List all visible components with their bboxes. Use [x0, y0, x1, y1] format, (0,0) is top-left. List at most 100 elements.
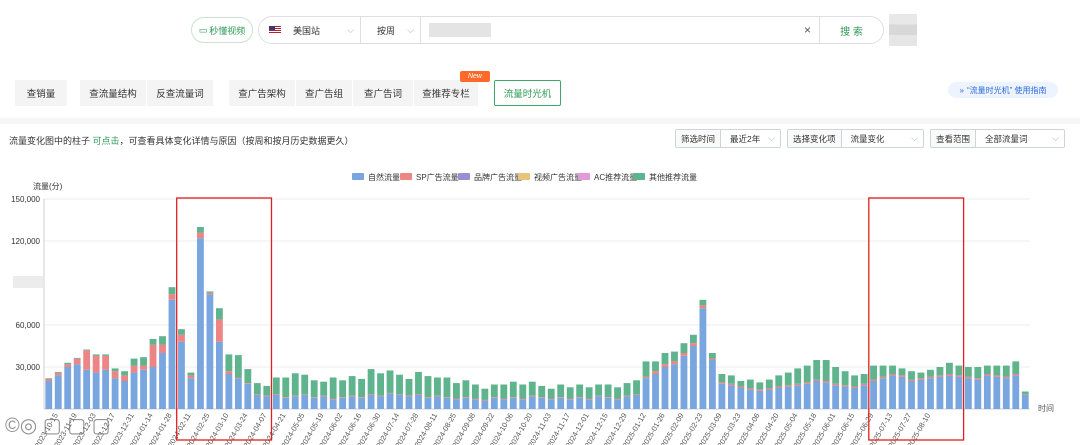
bar-segment	[528, 396, 536, 409]
bar-segment	[727, 383, 735, 386]
bar-segment	[879, 365, 887, 377]
bar-segment	[557, 384, 565, 398]
bar-segment	[386, 393, 394, 409]
avatar[interactable]	[889, 14, 917, 46]
double-chevron-down-icon: »	[959, 85, 964, 95]
bar-segment	[690, 334, 697, 344]
bar-segment	[519, 399, 527, 409]
bar-segment	[993, 375, 1001, 377]
bar-segment	[708, 360, 716, 409]
bar-segment	[538, 397, 546, 409]
us-flag-icon	[269, 26, 281, 34]
bar-segment	[386, 370, 394, 393]
bar-segment	[557, 397, 565, 398]
bar-segment	[699, 305, 707, 309]
period-select[interactable]: 按周 ⌵	[361, 17, 421, 43]
bar-segment	[680, 353, 688, 356]
bar-segment	[329, 377, 337, 399]
search-button[interactable]: 搜 索	[819, 17, 883, 43]
bar-segment	[490, 384, 498, 398]
bar-segment	[282, 397, 290, 409]
search-button-label: 搜 索	[840, 26, 863, 38]
bar-segment	[604, 397, 612, 409]
quick-video-button[interactable]: ▭ 秒懂视频	[191, 17, 253, 43]
bar-segment	[434, 396, 441, 409]
tab-ad-keywords[interactable]: 查广告词	[353, 80, 413, 106]
bar-segment	[642, 376, 650, 379]
time-filter[interactable]: 筛选时间 最近2年 ⌵	[675, 129, 781, 148]
usage-guide-link[interactable]: » “流量时光机” 使用指南	[948, 82, 1058, 98]
bar-segment	[206, 291, 214, 293]
bar-segment	[206, 294, 214, 409]
bar-segment	[339, 397, 347, 409]
bar-segment	[54, 372, 62, 376]
clear-icon[interactable]: ×	[804, 23, 811, 37]
bar-segment	[187, 375, 195, 379]
bar-segment	[415, 371, 422, 395]
legend-label: SP广告流量	[416, 172, 459, 182]
bar-segment	[775, 388, 783, 409]
bar-segment	[92, 355, 100, 373]
bar-segment	[547, 399, 555, 409]
bar-segment	[652, 374, 659, 409]
tab-recommend-column[interactable]: 查推荐专栏	[414, 80, 478, 106]
tab-traffic-time-machine[interactable]: 流量时光机	[494, 80, 561, 106]
bar-segment	[813, 379, 821, 381]
bar-segment	[851, 386, 859, 388]
bar-segment	[576, 397, 584, 398]
tab-sales[interactable]: 查销量	[15, 80, 67, 106]
bar-segment	[699, 299, 707, 306]
bar-segment	[434, 395, 441, 397]
quick-video-label: 秒懂视频	[209, 25, 246, 36]
legend-label: 自然流量	[368, 172, 400, 182]
bar-segment	[851, 388, 859, 409]
y-tick-label: 120,000	[11, 237, 40, 246]
bar-segment	[168, 294, 176, 300]
bar-segment	[879, 376, 887, 379]
bar-segment	[320, 396, 328, 409]
bar-segment	[765, 388, 773, 390]
bar-segment	[765, 379, 773, 388]
bar-segment	[310, 380, 318, 398]
bar-segment	[1012, 374, 1020, 376]
keyword-input[interactable]: ×	[421, 17, 819, 43]
legend-swatch	[578, 173, 590, 180]
bar-segment	[301, 374, 309, 395]
bar-segment	[263, 395, 271, 397]
scope-filter-select[interactable]: 全部流量词 ⌵	[976, 130, 1064, 147]
bar-segment	[964, 376, 972, 379]
bar-segment	[159, 336, 166, 345]
bar-segment	[434, 377, 441, 396]
bar-segment	[908, 381, 915, 409]
tab-reverse-keywords[interactable]: 反查流量词	[147, 80, 213, 106]
bar-segment	[443, 397, 451, 398]
bar-segment	[54, 375, 62, 409]
bar-segment	[879, 378, 887, 409]
site-select[interactable]: 美国站 ⌵	[259, 17, 361, 43]
bar-segment	[424, 397, 432, 409]
change-item-select[interactable]: 流量变化 ⌵	[842, 130, 923, 147]
bar-segment	[917, 379, 925, 409]
tab-ad-group[interactable]: 查广告组	[296, 80, 352, 106]
tab-label: 流量时光机	[503, 89, 552, 100]
bar-segment	[509, 381, 517, 398]
bar-segment	[111, 378, 119, 409]
bar-segment	[652, 371, 659, 374]
time-filter-select[interactable]: 最近2年 ⌵	[721, 130, 780, 147]
bar-segment	[974, 379, 982, 409]
bar-segment	[889, 374, 896, 376]
bar-segment	[604, 384, 612, 398]
tab-label: 反查流量词	[156, 89, 204, 100]
bar-segment	[54, 371, 62, 373]
bar-segment	[737, 381, 745, 387]
bar-segment	[908, 371, 915, 380]
bar-segment	[661, 367, 669, 409]
bar-segment	[168, 287, 176, 295]
change-item-filter[interactable]: 选择变化项 流量变化 ⌵	[787, 129, 924, 148]
scope-filter[interactable]: 查看范围 全部流量词 ⌵	[930, 129, 1065, 148]
bar-segment	[746, 389, 754, 409]
tab-traffic-structure[interactable]: 查流量结构	[80, 80, 146, 106]
bar-segment	[595, 396, 603, 409]
tab-ad-structure[interactable]: 查广告架构	[229, 80, 295, 106]
bar-segment	[860, 385, 868, 409]
